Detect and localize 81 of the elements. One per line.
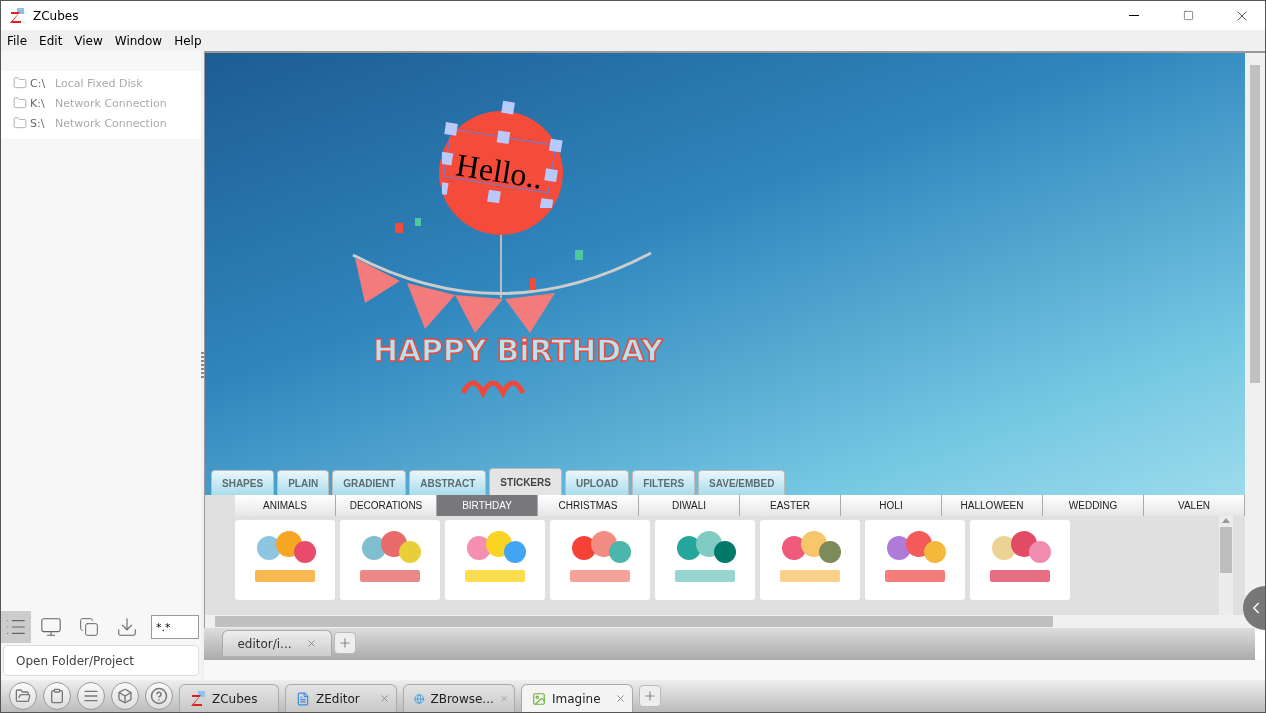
plus-icon: [643, 689, 657, 703]
monitor-icon: [40, 616, 62, 638]
panel-tab[interactable]: UPLOAD: [564, 470, 630, 495]
category-tab[interactable]: ANIMALS: [235, 495, 336, 516]
clipboard-button[interactable]: [43, 682, 71, 710]
picture-icon: [532, 691, 546, 706]
category-tab[interactable]: HOLI: [841, 495, 942, 516]
category-tab[interactable]: CHRISTMAS: [538, 495, 639, 516]
drive-letter[interactable]: K:\: [30, 96, 52, 110]
taskbar-tab[interactable]: ZEditor: [285, 684, 397, 712]
taskbar-tab[interactable]: Imagine: [521, 684, 633, 712]
editor-tab[interactable]: editor/i...: [222, 630, 332, 656]
folder-icon: [13, 116, 27, 130]
document-icon: [296, 691, 310, 706]
panel-tab[interactable]: FILTERS: [632, 470, 696, 495]
window-title: ZCubes: [33, 8, 80, 23]
folder-icon: [13, 76, 27, 90]
folder-icon: [13, 96, 27, 110]
open-folder-button[interactable]: Open Folder/Project: [3, 645, 199, 676]
category-tab[interactable]: DIWALI: [639, 495, 740, 516]
plus-icon: [338, 636, 352, 650]
zcubes-logo-icon: [9, 7, 25, 24]
sticker-card[interactable]: [760, 520, 860, 600]
close-icon: [379, 693, 390, 704]
panel-tab[interactable]: GRADIENT: [332, 470, 407, 495]
list-view-button[interactable]: [1, 611, 31, 643]
cube-button[interactable]: [111, 682, 139, 710]
maximize-icon: [1182, 10, 1194, 21]
taskbar-tab[interactable]: ZCubes: [179, 684, 279, 712]
taskbar-tab[interactable]: ZBrowse...: [403, 684, 515, 712]
sticker-card[interactable]: [235, 520, 335, 600]
sticker-card[interactable]: [445, 520, 545, 600]
category-tab[interactable]: WEDDING: [1043, 495, 1144, 516]
folder-icon: [15, 688, 31, 704]
globe-icon: [414, 691, 425, 706]
folder-button[interactable]: [9, 682, 37, 710]
zcubes-logo-icon: [190, 690, 206, 707]
panel-tab[interactable]: SHAPES: [211, 470, 275, 495]
menu-button[interactable]: [77, 682, 105, 710]
splitter-grip[interactable]: [201, 351, 204, 380]
drive-letter[interactable]: S:\: [30, 116, 52, 130]
canvas-scrollbar[interactable]: [1245, 53, 1265, 628]
sticker-card[interactable]: [340, 520, 440, 600]
category-tab[interactable]: EASTER: [740, 495, 841, 516]
menu-item[interactable]: File: [7, 33, 28, 48]
filter-field[interactable]: *.*: [151, 615, 199, 639]
category-tab[interactable]: HALLOWEEN: [942, 495, 1043, 516]
help-button[interactable]: [145, 682, 173, 710]
menu-item[interactable]: Edit: [39, 33, 63, 48]
vertical-scrollbar[interactable]: [1219, 516, 1233, 615]
horizontal-scrollbar[interactable]: [205, 615, 1245, 628]
banner-text: HAPPY BiRTHDAY: [373, 333, 663, 368]
copy-icon: [79, 617, 99, 637]
category-tab[interactable]: BIRTHDAY: [437, 495, 538, 516]
panel-tab[interactable]: SAVE/EMBED: [698, 470, 786, 495]
panel-tab[interactable]: ABSTRACT: [409, 470, 487, 495]
sticker-card[interactable]: [865, 520, 965, 600]
clipboard-icon: [49, 688, 65, 704]
close-icon: [305, 638, 317, 649]
menu-item[interactable]: Help: [174, 33, 202, 48]
category-tab[interactable]: VALEN: [1144, 495, 1245, 516]
sticker-card[interactable]: [550, 520, 650, 600]
help-icon: [150, 687, 168, 705]
sticker-card[interactable]: [970, 520, 1070, 600]
drive-letter[interactable]: C:\: [30, 76, 52, 90]
cube-icon: [117, 688, 133, 704]
panel-tab[interactable]: STICKERS: [489, 468, 562, 495]
menu-item[interactable]: View: [74, 33, 103, 48]
panel-tab[interactable]: PLAIN: [277, 470, 330, 495]
menu-item[interactable]: Window: [114, 33, 163, 48]
drive-description: Network Connection: [55, 96, 167, 110]
menu-icon: [83, 688, 99, 704]
close-icon: [615, 693, 626, 704]
close-icon: [499, 693, 508, 704]
minimize-icon: [1129, 15, 1139, 16]
drive-description: Network Connection: [55, 116, 167, 130]
download-icon: [116, 616, 138, 638]
scroll-up-icon[interactable]: [1222, 518, 1230, 523]
sticker-card[interactable]: [655, 520, 755, 600]
category-tab[interactable]: DECORATIONS: [336, 495, 437, 516]
drive-description: Local Fixed Disk: [55, 76, 143, 90]
